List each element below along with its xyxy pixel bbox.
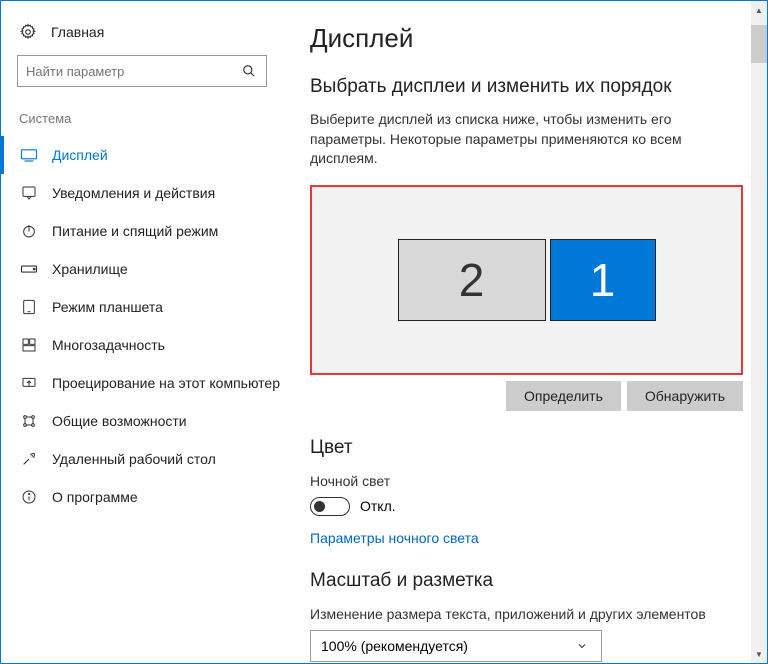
night-light-label: Ночной свет	[310, 473, 743, 489]
identify-button[interactable]: Определить	[506, 381, 621, 411]
sidebar-item-notifications[interactable]: Уведомления и действия	[1, 174, 296, 212]
scale-dropdown[interactable]: 100% (рекомендуется)	[310, 630, 602, 662]
scale-title: Масштаб и разметка	[310, 570, 743, 592]
home-label: Главная	[51, 24, 104, 40]
home-nav[interactable]: Главная	[17, 17, 296, 55]
scale-label: Изменение размера текста, приложений и д…	[310, 606, 743, 622]
monitor-1[interactable]: 1	[550, 239, 656, 321]
page-title: Дисплей	[310, 23, 743, 54]
notification-icon	[20, 184, 38, 202]
section-label: Система	[17, 111, 296, 126]
chevron-down-icon	[573, 637, 591, 655]
sidebar-item-multitask[interactable]: Многозадачность	[1, 326, 296, 364]
detect-button[interactable]: Обнаружить	[627, 381, 743, 411]
sidebar-item-shared[interactable]: Общие возможности	[1, 402, 296, 440]
sidebar-item-power[interactable]: Питание и спящий режим	[1, 212, 296, 250]
sidebar-item-tablet[interactable]: Режим планшета	[1, 288, 296, 326]
night-light-toggle[interactable]	[310, 497, 350, 516]
sidebar-item-about[interactable]: О программе	[1, 478, 296, 516]
scroll-up-icon[interactable]: ▲	[751, 1, 767, 19]
scroll-down-icon[interactable]: ▼	[751, 645, 767, 663]
project-icon	[20, 374, 38, 392]
search-input[interactable]	[17, 55, 267, 87]
sidebar-item-storage[interactable]: Хранилище	[1, 250, 296, 288]
arrange-title: Выбрать дисплеи и изменить их порядок	[310, 76, 743, 98]
monitor-2[interactable]: 2	[398, 239, 546, 321]
power-icon	[20, 222, 38, 240]
sidebar-item-projecting[interactable]: Проецирование на этот компьютер	[1, 364, 296, 402]
toggle-state: Откл.	[360, 498, 396, 514]
scroll-thumb[interactable]	[751, 25, 767, 63]
night-light-settings-link[interactable]: Параметры ночного света	[310, 530, 479, 546]
scrollbar[interactable]: ▲ ▼	[751, 1, 767, 663]
sidebar-item-display[interactable]: Дисплей	[1, 136, 296, 174]
color-title: Цвет	[310, 437, 743, 459]
tablet-icon	[20, 298, 38, 316]
display-arrange-area[interactable]: 2 1	[310, 185, 743, 375]
share-icon	[20, 412, 38, 430]
remote-icon	[20, 450, 38, 468]
info-icon	[20, 488, 38, 506]
arrange-desc: Выберите дисплей из списка ниже, чтобы и…	[310, 110, 743, 169]
sidebar-item-remote[interactable]: Удаленный рабочий стол	[1, 440, 296, 478]
storage-icon	[20, 260, 38, 278]
multitask-icon	[20, 336, 38, 354]
monitor-icon	[20, 146, 38, 164]
gear-icon	[19, 23, 37, 41]
search-icon	[240, 62, 258, 80]
